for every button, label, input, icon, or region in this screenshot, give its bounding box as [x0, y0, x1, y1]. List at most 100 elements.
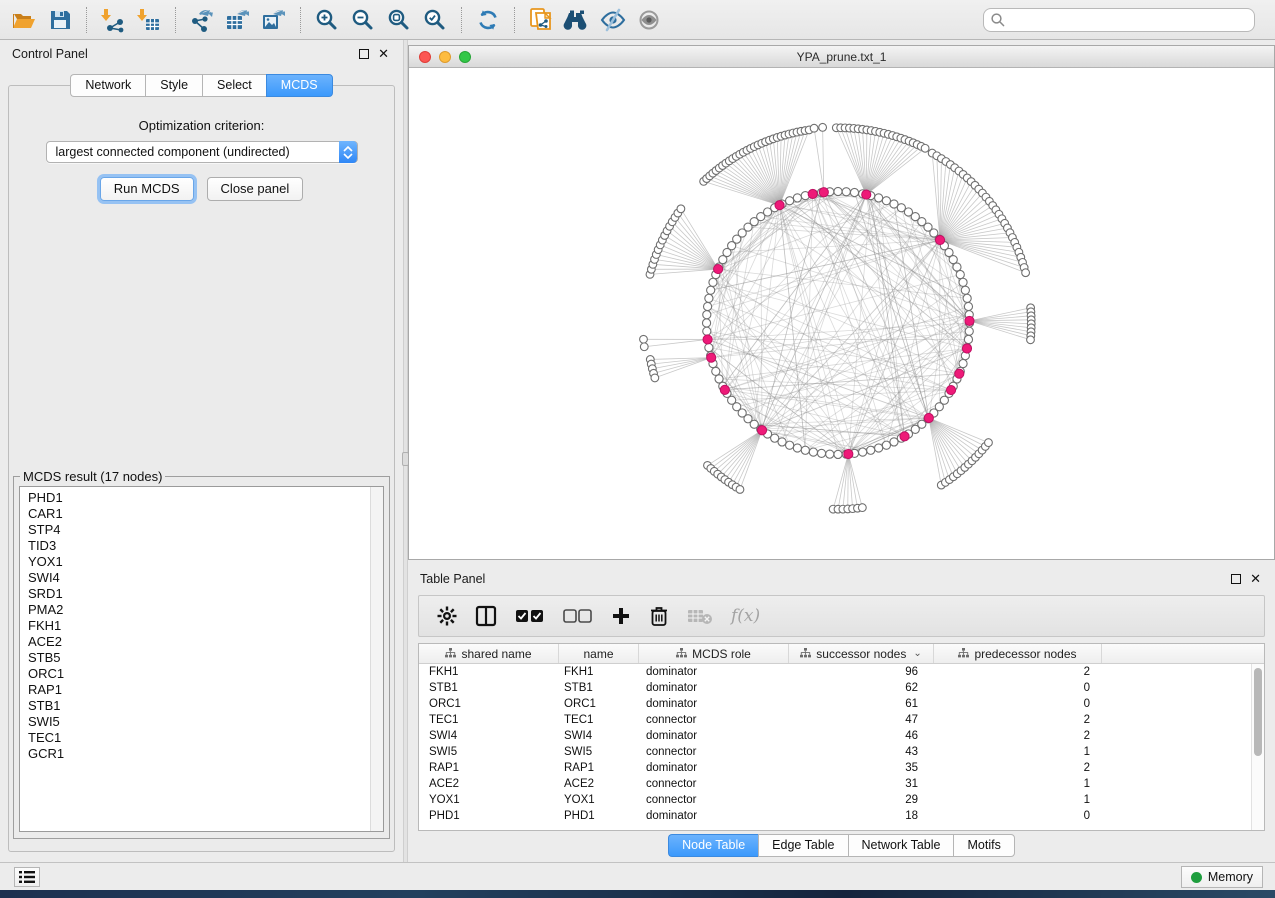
mcds-result-item[interactable]: ACE2: [28, 634, 370, 650]
mcds-result-item[interactable]: PMA2: [28, 602, 370, 618]
network-leaf-node[interactable]: [921, 144, 929, 152]
table-cell[interactable]: PHD1: [559, 808, 639, 824]
table-cell[interactable]: dominator: [639, 808, 789, 824]
mcds-hub-node[interactable]: [757, 426, 766, 435]
mcds-hub-node[interactable]: [808, 189, 817, 198]
select-all-icon[interactable]: [515, 608, 545, 624]
network-canvas[interactable]: [409, 68, 1274, 559]
network-node[interactable]: [786, 441, 794, 449]
table-cell[interactable]: ORC1: [419, 696, 559, 712]
network-graph[interactable]: [409, 68, 1274, 559]
table-cell[interactable]: ACE2: [419, 776, 559, 792]
table-cell[interactable]: 62: [789, 680, 934, 696]
table-cell[interactable]: SWI4: [419, 728, 559, 744]
network-node[interactable]: [793, 444, 801, 452]
tab-edge-table[interactable]: Edge Table: [758, 834, 847, 857]
table-cell[interactable]: 1: [934, 776, 1102, 792]
mcds-result-item[interactable]: PHD1: [28, 490, 370, 506]
mcds-hub-node[interactable]: [714, 264, 723, 273]
table-cell[interactable]: 18: [789, 808, 934, 824]
mcds-hub-node[interactable]: [703, 335, 712, 344]
table-cell[interactable]: TEC1: [419, 712, 559, 728]
zoom-fit-icon[interactable]: [381, 3, 417, 37]
network-node[interactable]: [842, 188, 850, 196]
mcds-result-item[interactable]: YOX1: [28, 554, 370, 570]
task-history-button[interactable]: [14, 867, 40, 887]
network-node[interactable]: [956, 270, 964, 278]
mcds-result-item[interactable]: SWI4: [28, 570, 370, 586]
export-image-icon[interactable]: [256, 3, 292, 37]
table-cell[interactable]: 29: [789, 792, 934, 808]
table-row[interactable]: ORC1ORC1dominator610: [419, 696, 1264, 712]
optimization-criterion-select[interactable]: largest connected component (undirected): [46, 141, 358, 163]
column-header-predecessor-nodes[interactable]: predecessor nodes: [934, 644, 1102, 663]
tab-style[interactable]: Style: [145, 74, 202, 97]
network-node[interactable]: [867, 446, 875, 454]
table-row[interactable]: PHD1PHD1dominator180: [419, 808, 1264, 824]
network-node[interactable]: [793, 194, 801, 202]
table-row[interactable]: RAP1RAP1dominator352: [419, 760, 1264, 776]
open-file-icon[interactable]: [6, 3, 42, 37]
mcds-hub-node[interactable]: [900, 432, 909, 441]
table-cell[interactable]: YOX1: [419, 792, 559, 808]
close-window-icon[interactable]: [419, 51, 431, 63]
export-table-icon[interactable]: [220, 3, 256, 37]
network-node[interactable]: [834, 187, 842, 195]
table-cell[interactable]: SWI5: [419, 744, 559, 760]
network-node[interactable]: [850, 188, 858, 196]
float-window-icon[interactable]: [359, 49, 369, 59]
mcds-hub-node[interactable]: [862, 190, 871, 199]
network-node[interactable]: [890, 438, 898, 446]
network-node[interactable]: [703, 327, 711, 335]
network-leaf-node[interactable]: [677, 205, 685, 213]
mcds-result-item[interactable]: STB1: [28, 698, 370, 714]
hide-eye-icon[interactable]: [595, 3, 631, 37]
mcds-hub-node[interactable]: [707, 353, 716, 362]
column-header-MCDS-role[interactable]: MCDS role: [639, 644, 789, 663]
network-node[interactable]: [961, 286, 969, 294]
table-cell[interactable]: 0: [934, 696, 1102, 712]
mcds-result-item[interactable]: RAP1: [28, 682, 370, 698]
maximize-window-icon[interactable]: [459, 51, 471, 63]
gear-icon[interactable]: [437, 606, 457, 626]
network-leaf-node[interactable]: [810, 124, 818, 132]
column-header-successor-nodes[interactable]: successor nodes⌄: [789, 644, 934, 663]
network-node[interactable]: [707, 286, 715, 294]
table-cell[interactable]: 47: [789, 712, 934, 728]
table-cell[interactable]: 35: [789, 760, 934, 776]
table-cell[interactable]: 2: [934, 728, 1102, 744]
tab-network-table[interactable]: Network Table: [848, 834, 954, 857]
network-node[interactable]: [875, 194, 883, 202]
network-node[interactable]: [786, 197, 794, 205]
table-cell[interactable]: YOX1: [559, 792, 639, 808]
table-cell[interactable]: 2: [934, 760, 1102, 776]
network-node[interactable]: [882, 197, 890, 205]
table-cell[interactable]: connector: [639, 792, 789, 808]
table-cell[interactable]: connector: [639, 776, 789, 792]
delete-table-icon[interactable]: [687, 607, 713, 625]
table-row[interactable]: TEC1TEC1connector472: [419, 712, 1264, 728]
network-node[interactable]: [704, 302, 712, 310]
table-cell[interactable]: 0: [934, 808, 1102, 824]
network-node[interactable]: [715, 375, 723, 383]
table-cell[interactable]: dominator: [639, 664, 789, 680]
table-cell[interactable]: connector: [639, 744, 789, 760]
minimize-window-icon[interactable]: [439, 51, 451, 63]
network-node[interactable]: [705, 294, 713, 302]
table-cell[interactable]: 1: [934, 792, 1102, 808]
mcds-hub-node[interactable]: [965, 316, 974, 325]
network-leaf-node[interactable]: [640, 343, 648, 351]
tab-mcds[interactable]: MCDS: [266, 74, 333, 97]
table-cell[interactable]: 96: [789, 664, 934, 680]
table-cell[interactable]: dominator: [639, 760, 789, 776]
mcds-hub-node[interactable]: [819, 188, 828, 197]
table-row[interactable]: SWI4SWI4dominator462: [419, 728, 1264, 744]
network-node[interactable]: [801, 446, 809, 454]
import-table-icon[interactable]: [131, 3, 167, 37]
network-leaf-node[interactable]: [819, 123, 827, 131]
table-cell[interactable]: 1: [934, 744, 1102, 760]
table-cell[interactable]: 46: [789, 728, 934, 744]
close-panel-icon[interactable]: ✕: [378, 49, 389, 59]
network-node[interactable]: [882, 441, 890, 449]
mcds-hub-node[interactable]: [775, 201, 784, 210]
